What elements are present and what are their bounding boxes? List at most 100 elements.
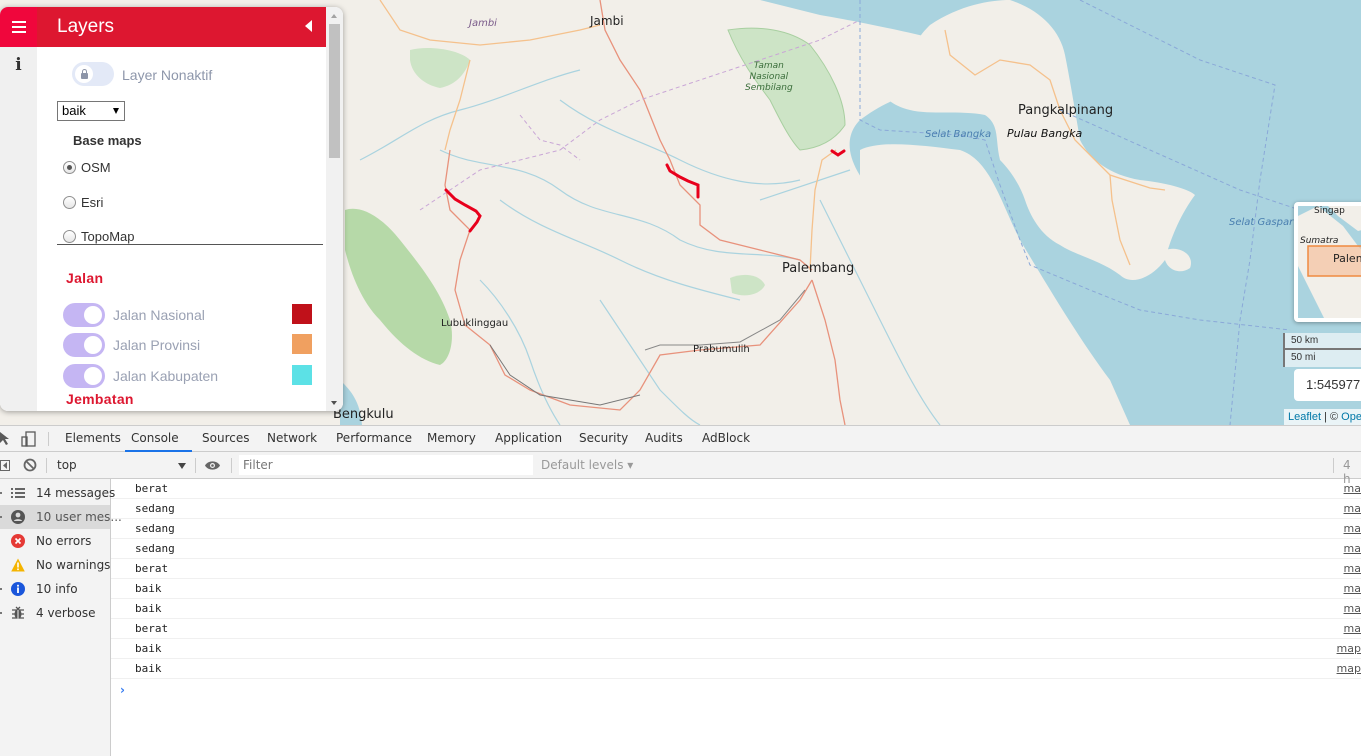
sidebar-item-errors[interactable]: No errors bbox=[0, 529, 110, 553]
sidebar-item-warnings[interactable]: No warnings bbox=[0, 553, 110, 577]
toggle-jalan-nasional[interactable] bbox=[63, 303, 105, 327]
scale-control: 50 km 50 mi bbox=[1283, 333, 1361, 367]
highlighted-roads bbox=[444, 149, 846, 233]
group-title-jalan: Jalan bbox=[66, 270, 104, 286]
tab-security[interactable]: Security bbox=[573, 426, 634, 452]
layer-jalan-provinsi: Jalan Provinsi bbox=[63, 333, 313, 357]
minimap-label-palembang: Palem bbox=[1333, 252, 1361, 265]
legend-swatch-provinsi bbox=[292, 334, 312, 354]
log-source-link[interactable]: ma bbox=[1344, 602, 1361, 615]
layer-jalan-kabupaten: Jalan Kabupaten bbox=[63, 364, 313, 388]
console-toolbar: top Default levels ▾ 4 h bbox=[0, 452, 1361, 486]
condition-select[interactable]: baik bbox=[57, 101, 125, 121]
toggle-jalan-provinsi[interactable] bbox=[63, 333, 105, 357]
toggle-sidebar-icon[interactable] bbox=[0, 460, 10, 471]
divider bbox=[57, 244, 323, 245]
label-pulau-bangka: Pulau Bangka bbox=[1007, 127, 1083, 140]
layer-jalan-nasional: Jalan Nasional bbox=[63, 303, 313, 327]
scale-metric: 50 km bbox=[1283, 333, 1361, 350]
scale-imperial: 50 mi bbox=[1283, 350, 1361, 367]
tab-performance[interactable]: Performance bbox=[330, 426, 418, 452]
log-source-link[interactable]: ma bbox=[1344, 582, 1361, 595]
scroll-up-icon[interactable] bbox=[331, 14, 337, 18]
log-entry: baik map bbox=[111, 639, 1361, 659]
log-source-link[interactable]: map bbox=[1337, 662, 1361, 675]
label-palembang: Palembang bbox=[782, 261, 855, 276]
basemap-option-esri[interactable]: Esri bbox=[63, 195, 103, 210]
sidebar-item-label: 10 user mes... bbox=[36, 510, 122, 524]
layer-lock-toggle[interactable] bbox=[72, 62, 114, 86]
legend-swatch-nasional bbox=[292, 304, 312, 324]
osm-link[interactable]: Ope bbox=[1341, 411, 1361, 423]
radio-topomap[interactable] bbox=[63, 230, 76, 243]
log-source-link[interactable]: map bbox=[1337, 642, 1361, 655]
sidebar-item-label: No errors bbox=[36, 534, 92, 548]
park-small-north bbox=[410, 48, 470, 88]
tab-memory[interactable]: Memory bbox=[421, 426, 482, 452]
group-title-jembatan: Jembatan bbox=[66, 391, 134, 407]
sidebar-item-label: No warnings bbox=[36, 558, 111, 572]
log-source-link[interactable]: ma bbox=[1344, 622, 1361, 635]
radio-osm[interactable] bbox=[63, 161, 76, 174]
log-levels-dropdown[interactable]: Default levels ▾ bbox=[541, 458, 633, 472]
chevron-down-icon bbox=[113, 108, 119, 114]
log-source-link[interactable]: ma bbox=[1344, 562, 1361, 575]
leaflet-link[interactable]: Leaflet bbox=[1288, 411, 1321, 423]
collapse-caret-icon[interactable] bbox=[305, 20, 312, 32]
basemap-label-esri: Esri bbox=[81, 195, 104, 210]
tab-adblock[interactable]: AdBlock bbox=[696, 426, 756, 452]
menu-icon bbox=[11, 21, 26, 33]
radio-esri[interactable] bbox=[63, 196, 76, 209]
sidebar-item-user-messages[interactable]: 10 user mes... bbox=[0, 505, 122, 529]
error-icon bbox=[11, 534, 25, 548]
label-prabumulih: Prabumulih bbox=[693, 344, 750, 355]
scroll-thumb[interactable] bbox=[329, 24, 340, 158]
sidebar-scrollbar[interactable] bbox=[326, 7, 343, 411]
log-source-link[interactable]: ma bbox=[1344, 542, 1361, 555]
basemap-option-osm[interactable]: OSM bbox=[63, 160, 111, 175]
list-icon bbox=[11, 488, 25, 498]
park-kerinci bbox=[345, 208, 452, 365]
basemap-option-topomap[interactable]: TopoMap bbox=[63, 229, 134, 244]
tab-sources[interactable]: Sources bbox=[196, 426, 255, 452]
sidebar-item-info[interactable]: 10 info bbox=[0, 577, 110, 601]
attribution-separator: | © bbox=[1321, 411, 1342, 423]
context-selector[interactable]: top bbox=[57, 458, 77, 472]
sidebar-item-messages[interactable]: 14 messages bbox=[0, 481, 115, 505]
base-maps-title: Base maps bbox=[73, 133, 142, 148]
device-toolbar-icon[interactable] bbox=[21, 431, 37, 447]
minimap[interactable]: Singap Sumatra Palem bbox=[1294, 202, 1361, 322]
log-message: baik bbox=[135, 662, 162, 675]
context-chevron-icon[interactable] bbox=[178, 463, 186, 469]
devtools-tabbar: Elements Console Sources Network Perform… bbox=[0, 426, 1361, 452]
live-expression-eye-icon[interactable] bbox=[204, 460, 221, 471]
console-filter-input[interactable] bbox=[239, 455, 533, 475]
console-prompt[interactable]: › bbox=[120, 683, 125, 697]
layer-lock-label: Layer Nonaktif bbox=[122, 67, 213, 83]
log-source-link[interactable]: ma bbox=[1344, 502, 1361, 515]
warning-icon bbox=[11, 558, 25, 572]
clear-console-icon[interactable] bbox=[23, 458, 37, 472]
console-sidebar: 14 messages 10 user mes... No errors No … bbox=[0, 479, 122, 756]
log-message: sedang bbox=[135, 542, 175, 555]
tab-application[interactable]: Application bbox=[489, 426, 568, 452]
sidebar-item-verbose[interactable]: 4 verbose bbox=[0, 601, 110, 625]
tab-console[interactable]: Console bbox=[125, 426, 192, 452]
log-source-link[interactable]: ma bbox=[1344, 522, 1361, 535]
inspect-element-icon[interactable] bbox=[0, 432, 12, 446]
tab-info[interactable]: i bbox=[0, 55, 37, 79]
park-small-south bbox=[730, 274, 765, 296]
log-source-link[interactable]: ma bbox=[1344, 482, 1361, 495]
tab-layers[interactable] bbox=[0, 7, 37, 47]
toggle-jalan-kabupaten[interactable] bbox=[63, 364, 105, 388]
basemap-label-osm: OSM bbox=[81, 160, 111, 175]
label-selat-bangka: Selat Bangka bbox=[925, 129, 992, 140]
log-message: sedang bbox=[135, 502, 175, 515]
tab-elements[interactable]: Elements bbox=[59, 426, 127, 452]
tab-network[interactable]: Network bbox=[261, 426, 323, 452]
scroll-down-icon[interactable] bbox=[331, 401, 337, 405]
tab-audits[interactable]: Audits bbox=[639, 426, 689, 452]
info-icon: i bbox=[15, 55, 22, 75]
label-selat-gaspar: Selat Gaspar bbox=[1229, 217, 1294, 228]
log-entry: baik map bbox=[111, 659, 1361, 679]
